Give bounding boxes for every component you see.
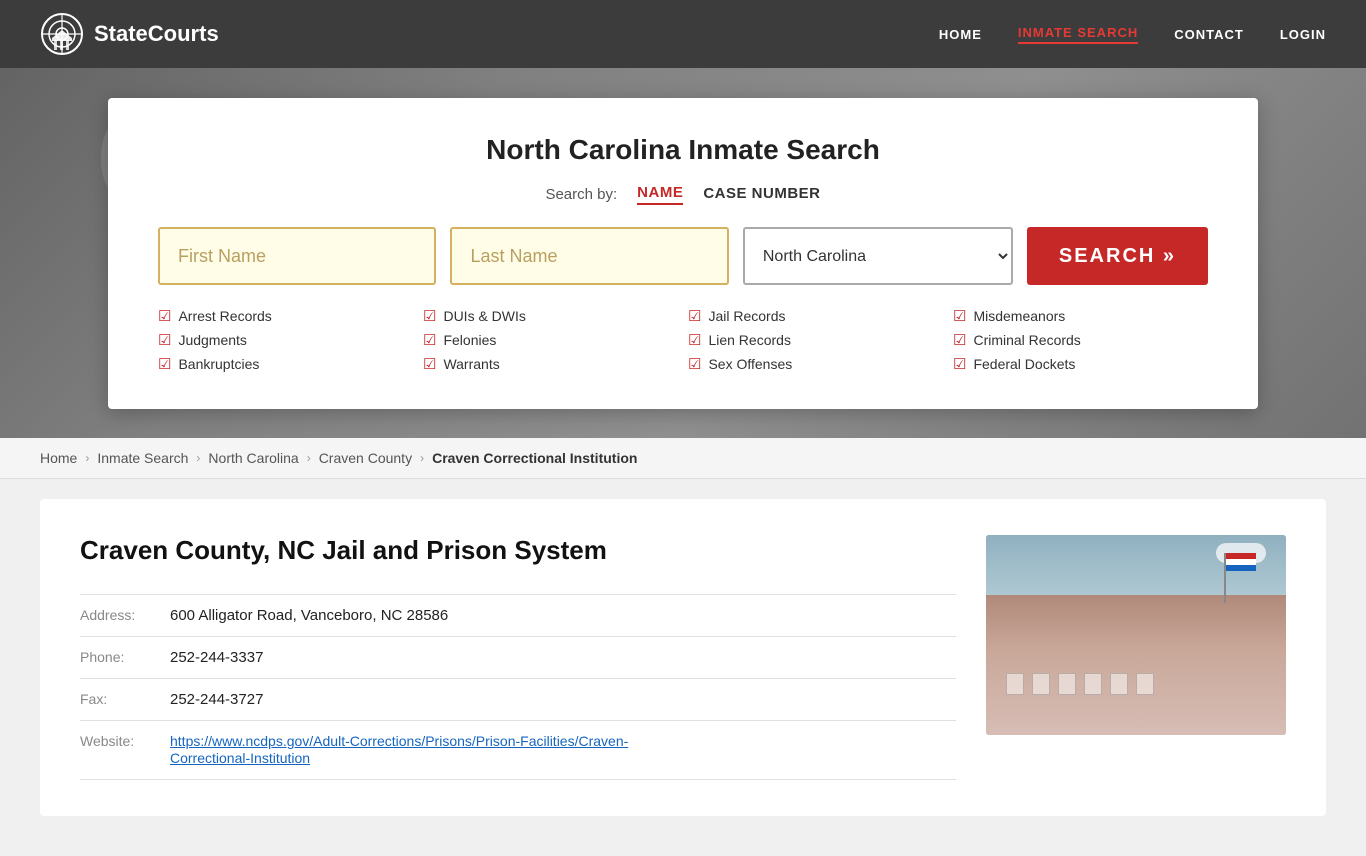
website-link[interactable]: https://www.ncdps.gov/Adult-Corrections/… — [170, 733, 628, 766]
check-icon: ☑ — [688, 307, 701, 325]
last-name-input[interactable] — [450, 227, 728, 285]
fax-row: Fax: 252-244-3727 — [80, 679, 956, 721]
check-icon: ☑ — [423, 355, 436, 373]
check-federal-dockets: ☑ Federal Dockets — [953, 355, 1208, 373]
check-icon: ☑ — [158, 331, 171, 349]
nav-home[interactable]: HOME — [939, 27, 982, 42]
breadcrumb-sep-2: › — [196, 451, 200, 465]
check-label: Lien Records — [708, 332, 791, 348]
phone-label: Phone: — [80, 637, 170, 679]
check-duis: ☑ DUIs & DWIs — [423, 307, 678, 325]
info-table: Address: 600 Alligator Road, Vanceboro, … — [80, 594, 956, 780]
breadcrumb-sep-3: › — [307, 451, 311, 465]
main-nav: HOME INMATE SEARCH CONTACT LOGIN — [939, 25, 1326, 44]
tab-case-number[interactable]: CASE NUMBER — [703, 185, 820, 204]
website-row: Website: https://www.ncdps.gov/Adult-Cor… — [80, 721, 956, 780]
phone-row: Phone: 252-244-3337 — [80, 637, 956, 679]
check-icon: ☑ — [953, 307, 966, 325]
check-label: Bankruptcies — [178, 356, 259, 372]
check-label: Jail Records — [708, 308, 785, 324]
state-select[interactable]: North Carolina Alabama Alaska Arizona Ca… — [743, 227, 1013, 285]
check-label: Federal Dockets — [973, 356, 1075, 372]
checkboxes-grid: ☑ Arrest Records ☑ DUIs & DWIs ☑ Jail Re… — [158, 307, 1208, 373]
check-icon: ☑ — [423, 307, 436, 325]
window — [1110, 673, 1128, 695]
facility-title: Craven County, NC Jail and Prison System — [80, 535, 956, 566]
check-judgments: ☑ Judgments — [158, 331, 413, 349]
check-sex-offenses: ☑ Sex Offenses — [688, 355, 943, 373]
hero-section: COURTHOUSE North Carolina Inmate Search … — [0, 68, 1366, 438]
windows — [1006, 673, 1154, 695]
website-value: https://www.ncdps.gov/Adult-Corrections/… — [170, 721, 956, 780]
window — [1032, 673, 1050, 695]
search-button[interactable]: SEARCH » — [1027, 227, 1208, 285]
nav-inmate-search[interactable]: INMATE SEARCH — [1018, 25, 1138, 44]
building — [986, 595, 1286, 735]
logo-icon — [40, 12, 84, 56]
breadcrumb-home[interactable]: Home — [40, 450, 77, 466]
card-title: North Carolina Inmate Search — [158, 134, 1208, 166]
fax-label: Fax: — [80, 679, 170, 721]
check-lien-records: ☑ Lien Records — [688, 331, 943, 349]
window — [1058, 673, 1076, 695]
fax-value: 252-244-3727 — [170, 679, 956, 721]
facility-image-container — [986, 535, 1286, 780]
breadcrumb-sep-4: › — [420, 451, 424, 465]
website-label: Website: — [80, 721, 170, 780]
breadcrumb-sep-1: › — [85, 451, 89, 465]
check-felonies: ☑ Felonies — [423, 331, 678, 349]
facility-info: Craven County, NC Jail and Prison System… — [80, 535, 956, 780]
breadcrumb: Home › Inmate Search › North Carolina › … — [0, 438, 1366, 479]
nav-login[interactable]: LOGIN — [1280, 27, 1326, 42]
check-icon: ☑ — [688, 355, 701, 373]
first-name-input[interactable] — [158, 227, 436, 285]
check-icon: ☑ — [688, 331, 701, 349]
check-label: Judgments — [178, 332, 246, 348]
content-card: Craven County, NC Jail and Prison System… — [40, 499, 1326, 816]
check-icon: ☑ — [953, 355, 966, 373]
window — [1006, 673, 1024, 695]
check-label: Sex Offenses — [708, 356, 792, 372]
check-label: Arrest Records — [178, 308, 271, 324]
tab-name[interactable]: NAME — [637, 184, 683, 205]
search-card: North Carolina Inmate Search Search by: … — [108, 98, 1258, 409]
logo[interactable]: StateCourts — [40, 12, 219, 56]
breadcrumb-nc[interactable]: North Carolina — [208, 450, 298, 466]
search-row: North Carolina Alabama Alaska Arizona Ca… — [158, 227, 1208, 285]
check-bankruptcies: ☑ Bankruptcies — [158, 355, 413, 373]
check-jail-records: ☑ Jail Records — [688, 307, 943, 325]
phone-value: 252-244-3337 — [170, 637, 956, 679]
address-row: Address: 600 Alligator Road, Vanceboro, … — [80, 595, 956, 637]
search-by-row: Search by: NAME CASE NUMBER — [158, 184, 1208, 205]
check-misdemeanors: ☑ Misdemeanors — [953, 307, 1208, 325]
nav-contact[interactable]: CONTACT — [1174, 27, 1244, 42]
window — [1136, 673, 1154, 695]
flag — [1226, 553, 1256, 571]
check-warrants: ☑ Warrants — [423, 355, 678, 373]
check-label: Warrants — [443, 356, 499, 372]
breadcrumb-current: Craven Correctional Institution — [432, 450, 637, 466]
check-criminal-records: ☑ Criminal Records — [953, 331, 1208, 349]
check-label: Felonies — [443, 332, 496, 348]
check-label: DUIs & DWIs — [443, 308, 525, 324]
breadcrumb-inmate-search[interactable]: Inmate Search — [97, 450, 188, 466]
search-by-label: Search by: — [545, 186, 617, 203]
facility-image — [986, 535, 1286, 735]
check-icon: ☑ — [158, 355, 171, 373]
check-arrest-records: ☑ Arrest Records — [158, 307, 413, 325]
breadcrumb-craven[interactable]: Craven County — [319, 450, 412, 466]
address-label: Address: — [80, 595, 170, 637]
logo-text: StateCourts — [94, 21, 219, 47]
header: StateCourts HOME INMATE SEARCH CONTACT L… — [0, 0, 1366, 68]
check-icon: ☑ — [158, 307, 171, 325]
check-label: Criminal Records — [973, 332, 1080, 348]
check-icon: ☑ — [423, 331, 436, 349]
check-label: Misdemeanors — [973, 308, 1065, 324]
window — [1084, 673, 1102, 695]
check-icon: ☑ — [953, 331, 966, 349]
main-content: Craven County, NC Jail and Prison System… — [0, 499, 1366, 856]
address-value: 600 Alligator Road, Vanceboro, NC 28586 — [170, 595, 956, 637]
